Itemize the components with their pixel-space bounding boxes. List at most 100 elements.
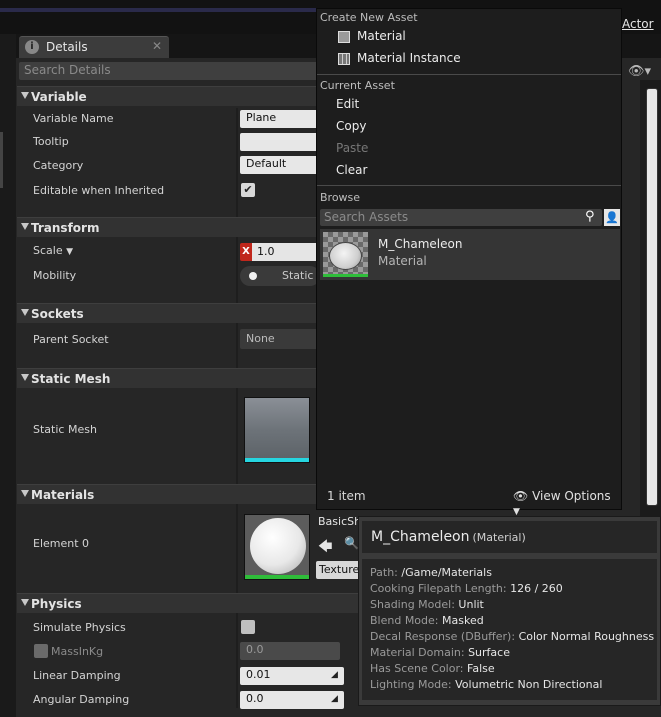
tooltip-key: Shading Model:: [370, 598, 459, 611]
material-icon: [338, 31, 350, 43]
eye-icon: 👁: [513, 489, 529, 503]
simulate-physics-label: Simulate Physics: [33, 621, 126, 634]
linear-damping-label: Linear Damping: [33, 669, 121, 682]
tooltip-key: Path:: [370, 566, 402, 579]
collapse-arrow-icon: [21, 599, 29, 606]
category-combo-value: Default: [246, 157, 287, 170]
tooltip-line: Material Domain: Surface: [370, 646, 510, 659]
parent-socket-field[interactable]: None: [240, 329, 320, 349]
category-combo[interactable]: Default: [240, 156, 320, 174]
drag-handle-icon: ◢: [331, 694, 338, 704]
angular-damping-value: 0.0: [246, 692, 264, 705]
item-count: 1 item: [327, 489, 366, 503]
column-divider[interactable]: [236, 108, 238, 708]
menu-item-copy[interactable]: Copy: [336, 119, 366, 133]
tooltip-value: Surface: [468, 646, 510, 659]
material-sphere-preview: [329, 242, 362, 270]
menu-item-paste: Paste: [336, 141, 369, 155]
tooltip-value: Color Normal Roughness: [518, 630, 655, 643]
visibility-eye-icon[interactable]: 👁▾: [628, 64, 651, 79]
view-options-label: View Options: [532, 489, 611, 503]
mobility-static-toggle[interactable]: Static: [240, 266, 320, 286]
tooltip-line: Lighting Mode: Volumetric Non Directiona…: [370, 678, 602, 691]
material-name-combo[interactable]: BasicSh: [318, 515, 361, 528]
tooltip-key: Lighting Mode:: [370, 678, 456, 691]
menu-item-edit[interactable]: Edit: [336, 97, 359, 111]
tooltip-line: Blend Mode: Masked: [370, 614, 484, 627]
tooltip-asset-name: M_Chameleon: [371, 529, 470, 545]
static-mesh-thumbnail[interactable]: [244, 397, 310, 463]
search-icon[interactable]: ⚲: [585, 209, 595, 224]
static-mesh-label: Static Mesh: [33, 423, 97, 436]
tooltip-line: Path: /Game/Materials: [370, 566, 492, 579]
scale-x-axis-badge: X: [240, 243, 252, 261]
tooltip-line: Shading Model: Unlit: [370, 598, 484, 611]
tooltip-key: Cooking Filepath Length:: [370, 582, 511, 595]
left-edge-handle[interactable]: [0, 132, 3, 188]
tooltip-value: Masked: [442, 614, 484, 627]
menu-item-clear[interactable]: Clear: [336, 163, 367, 177]
tooltip-value: Unlit: [458, 598, 484, 611]
tooltip-value: False: [467, 662, 495, 675]
menu-separator: [317, 74, 621, 75]
category-label: Variable: [31, 90, 87, 104]
variable-name-label: Variable Name: [33, 112, 114, 125]
variable-name-field[interactable]: Plane: [240, 110, 320, 128]
category-label: Static Mesh: [31, 372, 111, 386]
category-label: Sockets: [31, 307, 84, 321]
tab-details-label: Details: [46, 40, 88, 54]
menu-item-material-instance[interactable]: Material Instance: [357, 51, 461, 65]
angular-damping-label: Angular Damping: [33, 693, 130, 706]
category-label: Materials: [31, 488, 95, 502]
editable-inherited-checkbox[interactable]: ✔: [241, 183, 255, 197]
mass-override-checkbox[interactable]: [34, 644, 48, 658]
texture-button[interactable]: Texture: [316, 561, 364, 579]
asset-type-bar: [245, 575, 309, 579]
close-tab-icon[interactable]: ✕: [152, 39, 162, 53]
scale-label[interactable]: Scale ▼: [33, 244, 73, 257]
material-sphere-preview: [250, 518, 306, 574]
tooltip-line: Has Scene Color: False: [370, 662, 495, 675]
tooltip-field[interactable]: [240, 133, 320, 151]
radio-dot-icon: [249, 272, 257, 280]
section-browse-header: Browse: [320, 191, 361, 204]
search-assets-input[interactable]: Search Assets: [320, 209, 602, 226]
use-selected-arrow-icon[interactable]: 🡄: [318, 536, 338, 555]
mass-field: 0.0: [240, 642, 340, 660]
user-filter-icon[interactable]: 👤: [604, 209, 620, 226]
asset-type: Material: [378, 254, 427, 268]
tooltip-key: Decal Response (DBuffer):: [370, 630, 519, 643]
actor-link[interactable]: Actor: [622, 17, 654, 31]
angular-damping-field[interactable]: 0.0 ◢: [240, 691, 344, 709]
linear-damping-value: 0.01: [246, 668, 271, 681]
asset-type-bar: [245, 458, 309, 462]
tooltip-line: Cooking Filepath Length: 126 / 260: [370, 582, 563, 595]
section-create-header: Create New Asset: [320, 11, 418, 24]
material-instance-icon: [338, 53, 350, 65]
menu-item-material[interactable]: Material: [357, 29, 406, 43]
scale-x-field[interactable]: 1.0: [252, 243, 318, 261]
collapse-arrow-icon: [21, 223, 29, 230]
linear-damping-field[interactable]: 0.01 ◢: [240, 667, 344, 685]
search-details-input[interactable]: Search Details: [19, 62, 319, 80]
collapse-arrow-icon: [21, 309, 29, 316]
asset-type-bar: [323, 274, 368, 277]
tooltip-label: Tooltip: [33, 135, 69, 148]
tooltip-key: Blend Mode:: [370, 614, 442, 627]
element0-label: Element 0: [33, 537, 90, 550]
left-panel-edge: [0, 34, 16, 717]
category-label: Physics: [31, 597, 82, 611]
category-label: Transform: [31, 221, 100, 235]
simulate-physics-checkbox[interactable]: [241, 620, 255, 634]
asset-tile-m-chameleon[interactable]: M_Chameleon Material: [320, 229, 620, 280]
tooltip-asset-type: (Material): [472, 531, 526, 544]
drag-handle-icon: ◢: [331, 670, 338, 680]
asset-thumbnail: [323, 232, 368, 277]
vertical-scrollbar[interactable]: [646, 88, 658, 506]
top-divider: [0, 8, 330, 12]
material-thumbnail[interactable]: [244, 514, 310, 580]
view-options-button[interactable]: 👁 View Options ▼: [513, 489, 621, 517]
tab-details[interactable]: i Details ✕: [19, 36, 169, 58]
collapse-arrow-icon: [21, 490, 29, 497]
parent-socket-label: Parent Socket: [33, 333, 109, 346]
